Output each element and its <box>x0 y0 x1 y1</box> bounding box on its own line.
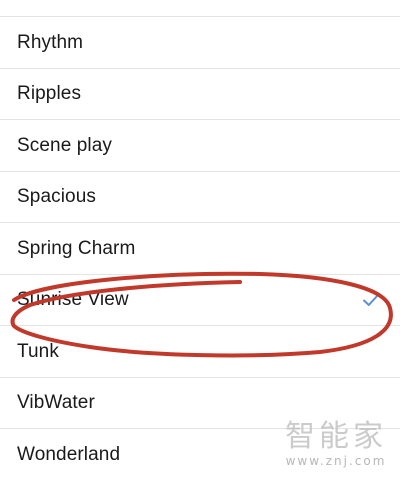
list-item-rhythm[interactable]: Rhythm <box>0 17 400 69</box>
ringtone-selection-screen: Rhythm Ripples Scene play Spacious Sprin… <box>0 0 400 486</box>
list-item-label: VibWater <box>17 392 95 414</box>
list-item-label: Rhythm <box>17 31 84 53</box>
list-item-label: Tunk <box>17 340 59 362</box>
watermark-url: www.znj.com <box>285 454 387 468</box>
list-item-label: Sunrise View <box>17 289 129 311</box>
list-item-label: Ripples <box>17 83 82 105</box>
watermark-logo: 智能家 <box>285 419 387 454</box>
list-item-ripples[interactable]: Ripples <box>0 69 400 120</box>
ringtone-list: Rhythm Ripples Scene play Spacious Sprin… <box>0 17 400 481</box>
list-item-label: Wonderland <box>17 444 121 466</box>
list-item-scene-play[interactable]: Scene play <box>0 120 400 172</box>
list-item-tunk[interactable]: Tunk <box>0 326 400 378</box>
list-item-spacious[interactable]: Spacious <box>0 172 400 223</box>
list-item-spring-charm[interactable]: Spring Charm <box>0 223 400 275</box>
list-item-label: Spacious <box>17 186 96 208</box>
site-watermark: 智能家 www.znj.com <box>284 420 388 472</box>
list-item-label: Spring Charm <box>17 237 136 259</box>
list-item-sunrise-view[interactable]: Sunrise View <box>0 275 400 326</box>
list-item-label: Scene play <box>17 134 113 156</box>
checkmark-icon <box>363 293 379 306</box>
